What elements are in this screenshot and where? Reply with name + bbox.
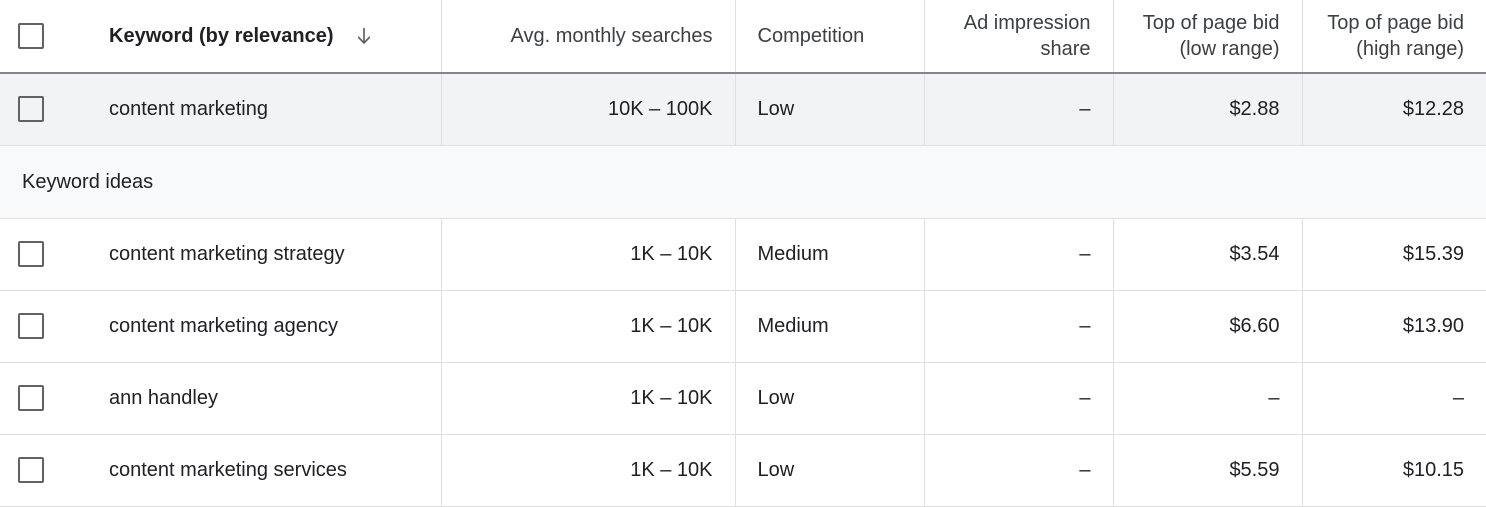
cell-competition: Low bbox=[735, 73, 925, 146]
cell-avg-monthly-searches: 1K – 10K bbox=[441, 218, 736, 291]
section-header-row: Keyword ideas bbox=[0, 144, 1486, 219]
column-header-top-of-page-bid-high-line2: (high range) bbox=[1356, 38, 1464, 60]
cell-keyword[interactable]: ann handley bbox=[0, 362, 442, 435]
row-checkbox[interactable] bbox=[18, 457, 44, 483]
cell-top-of-page-bid-high: $13.90 bbox=[1302, 290, 1486, 363]
table-row[interactable]: content marketing strategy 1K – 10K Medi… bbox=[0, 218, 1486, 291]
cell-top-of-page-bid-low: $5.59 bbox=[1113, 434, 1303, 507]
keyword-label: content marketing strategy bbox=[109, 243, 345, 265]
column-header-top-of-page-bid-low-line2: (low range) bbox=[1179, 38, 1280, 60]
table-row[interactable]: content marketing agency 1K – 10K Medium… bbox=[0, 290, 1486, 363]
keyword-label: content marketing bbox=[109, 98, 268, 121]
table-row[interactable]: ann handley 1K – 10K Low – – – bbox=[0, 362, 1486, 435]
cell-avg-monthly-searches: 10K – 100K bbox=[441, 73, 736, 146]
select-all-checkbox[interactable] bbox=[18, 23, 44, 49]
keyword-label: content marketing services bbox=[109, 459, 347, 481]
column-header-ad-impression-share[interactable]: Ad impression share bbox=[924, 0, 1114, 74]
table-row[interactable]: content marketing services 1K – 10K Low … bbox=[0, 434, 1486, 507]
cell-top-of-page-bid-low: $3.54 bbox=[1113, 218, 1303, 291]
cell-competition: Low bbox=[735, 434, 925, 507]
cell-top-of-page-bid-low: $6.60 bbox=[1113, 290, 1303, 363]
cell-competition: Low bbox=[735, 362, 925, 435]
header-row: Keyword (by relevance) Avg. monthly sear… bbox=[0, 0, 1486, 74]
keyword-planner-table: Keyword (by relevance) Avg. monthly sear… bbox=[0, 0, 1486, 507]
column-header-ad-impression-share-line1: Ad impression bbox=[963, 12, 1091, 34]
row-checkbox[interactable] bbox=[18, 313, 44, 339]
cell-top-of-page-bid-high: $10.15 bbox=[1302, 434, 1486, 507]
table-body: content marketing 10K – 100K Low – $2.88… bbox=[0, 73, 1486, 507]
cell-ad-impression-share: – bbox=[924, 73, 1114, 146]
column-header-keyword[interactable]: Keyword (by relevance) bbox=[0, 0, 442, 74]
cell-top-of-page-bid-low: – bbox=[1113, 362, 1303, 435]
cell-top-of-page-bid-high: $15.39 bbox=[1302, 218, 1486, 291]
cell-avg-monthly-searches: 1K – 10K bbox=[441, 290, 736, 363]
cell-keyword[interactable]: content marketing bbox=[0, 73, 442, 146]
cell-top-of-page-bid-high: $12.28 bbox=[1302, 73, 1486, 146]
section-label: Keyword ideas bbox=[0, 144, 1486, 219]
column-header-avg-monthly-searches[interactable]: Avg. monthly searches bbox=[441, 0, 736, 74]
column-header-ad-impression-share-line2: share bbox=[1040, 38, 1091, 60]
row-checkbox[interactable] bbox=[18, 241, 44, 267]
cell-keyword[interactable]: content marketing services bbox=[0, 434, 442, 507]
cell-ad-impression-share: – bbox=[924, 290, 1114, 363]
row-checkbox[interactable] bbox=[18, 385, 44, 411]
cell-competition: Medium bbox=[735, 290, 925, 363]
keyword-label: content marketing agency bbox=[109, 315, 339, 337]
column-header-top-of-page-bid-low-line1: Top of page bid bbox=[1142, 12, 1280, 34]
cell-competition: Medium bbox=[735, 218, 925, 291]
column-header-competition[interactable]: Competition bbox=[735, 0, 925, 74]
arrow-down-icon[interactable] bbox=[352, 24, 376, 48]
row-checkbox[interactable] bbox=[18, 96, 44, 123]
cell-ad-impression-share: – bbox=[924, 434, 1114, 507]
cell-top-of-page-bid-low: $2.88 bbox=[1113, 73, 1303, 146]
column-header-avg-monthly-searches-label: Avg. monthly searches bbox=[510, 25, 713, 47]
cell-keyword[interactable]: content marketing strategy bbox=[0, 218, 442, 291]
cell-ad-impression-share: – bbox=[924, 362, 1114, 435]
column-header-top-of-page-bid-low[interactable]: Top of page bid (low range) bbox=[1113, 0, 1303, 74]
cell-avg-monthly-searches: 1K – 10K bbox=[441, 434, 736, 507]
column-header-top-of-page-bid-high-line1: Top of page bid bbox=[1327, 12, 1464, 34]
cell-avg-monthly-searches: 1K – 10K bbox=[441, 362, 736, 435]
cell-keyword[interactable]: content marketing agency bbox=[0, 290, 442, 363]
keyword-label: ann handley bbox=[109, 387, 218, 409]
cell-top-of-page-bid-high: – bbox=[1302, 362, 1486, 435]
table-row[interactable]: content marketing 10K – 100K Low – $2.88… bbox=[0, 73, 1486, 146]
cell-ad-impression-share: – bbox=[924, 218, 1114, 291]
column-header-keyword-label: Keyword (by relevance) bbox=[109, 25, 334, 47]
table-header: Keyword (by relevance) Avg. monthly sear… bbox=[0, 0, 1486, 74]
column-header-competition-label: Competition bbox=[757, 25, 865, 47]
column-header-top-of-page-bid-high[interactable]: Top of page bid (high range) bbox=[1302, 0, 1486, 74]
